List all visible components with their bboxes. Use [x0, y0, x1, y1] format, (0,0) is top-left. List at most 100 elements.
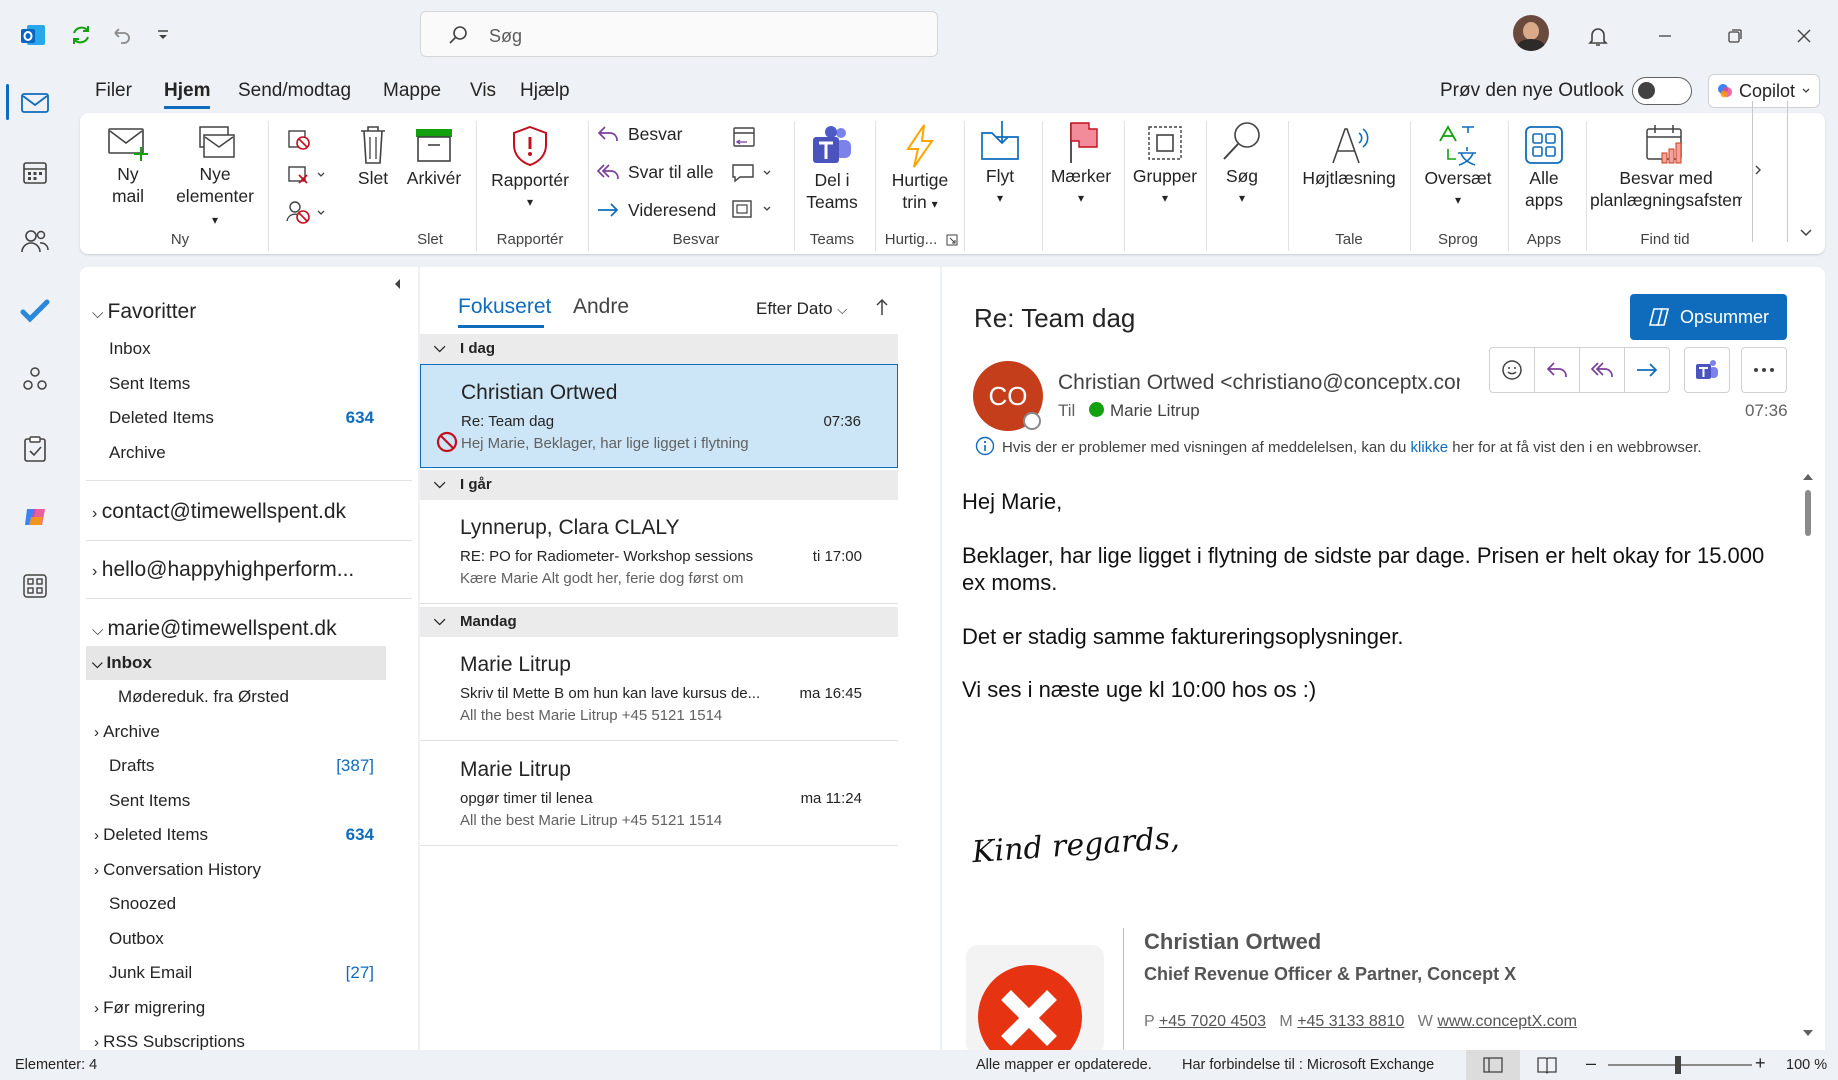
folder-snoozed[interactable]: Snoozed: [109, 894, 176, 914]
translate-button[interactable]: Oversæt ▾: [1416, 123, 1500, 211]
mail-icon[interactable]: [18, 86, 52, 120]
move-button[interactable]: Flyt ▾: [970, 119, 1030, 209]
message-from[interactable]: Christian Ortwed <christiano@conceptx.co…: [1058, 371, 1460, 395]
zoom-level[interactable]: 100 %: [1786, 1057, 1827, 1073]
summarize-button[interactable]: Opsummer: [1630, 294, 1787, 340]
fav-sent-items[interactable]: Sent Items: [109, 374, 190, 394]
sig-website-link[interactable]: www.conceptX.com: [1437, 1013, 1577, 1030]
ribbon-collapse-icon[interactable]: [1798, 227, 1814, 239]
more-respond-icon[interactable]: [730, 197, 774, 221]
info-link[interactable]: klikke: [1411, 439, 1449, 456]
fav-archive[interactable]: Archive: [109, 443, 166, 463]
restore-icon[interactable]: [1717, 18, 1753, 54]
normal-view-button[interactable]: [1466, 1050, 1520, 1080]
recipient-name[interactable]: Marie Litrup: [1110, 401, 1200, 421]
quick-steps-button[interactable]: Hurtige trin ▾: [880, 123, 960, 215]
archive-button[interactable]: Arkivér: [402, 123, 466, 189]
reply-action-button[interactable]: [1534, 347, 1580, 393]
folder-before-migration[interactable]: › Før migrering: [94, 998, 205, 1018]
close-icon[interactable]: [1786, 18, 1822, 54]
search-box[interactable]: Søg: [420, 11, 938, 57]
list-item[interactable]: Marie Litrup opgør timer til lenea All t…: [420, 742, 898, 846]
folder-junk[interactable]: Junk Email: [109, 963, 192, 983]
report-button[interactable]: Rapportér ▾: [482, 123, 578, 213]
block-sender-icon[interactable]: [285, 199, 329, 225]
group-header-yesterday[interactable]: ⌵ I går: [420, 470, 898, 500]
forward-action-button[interactable]: [1624, 347, 1670, 393]
more-actions-button[interactable]: [1741, 347, 1787, 393]
meeting-reply-icon[interactable]: [730, 125, 758, 149]
folder-rss[interactable]: › RSS Subscriptions: [94, 1032, 245, 1052]
reading-view-icon[interactable]: [1536, 1056, 1558, 1074]
folder-outbox[interactable]: Outbox: [109, 929, 164, 949]
account-hello[interactable]: › hello@happyhighperform...: [92, 558, 354, 582]
reply-button[interactable]: Besvar: [596, 123, 682, 145]
account-marie[interactable]: ⌵ marie@timewellspent.dk: [92, 617, 337, 641]
groups-icon[interactable]: [18, 362, 52, 396]
share-to-teams-button[interactable]: Del i Teams: [802, 123, 862, 213]
folder-drafts[interactable]: Drafts: [109, 756, 154, 776]
tags-button[interactable]: Mærker ▾: [1046, 119, 1116, 209]
folder-deleted-items[interactable]: › Deleted Items: [94, 825, 208, 845]
zoom-out-button[interactable]: –: [1586, 1053, 1596, 1074]
menu-home[interactable]: Hjem: [164, 80, 211, 109]
list-item[interactable]: Marie Litrup Skriv til Mette B om hun ka…: [420, 637, 898, 741]
favorites-header[interactable]: ⌵ Favoritter: [92, 300, 196, 324]
groups-button[interactable]: Grupper ▾: [1130, 119, 1200, 209]
menu-help[interactable]: Hjælp: [520, 80, 570, 102]
menu-view[interactable]: Vis: [470, 80, 496, 102]
fav-deleted-items[interactable]: Deleted Items: [109, 408, 214, 428]
ignore-icon[interactable]: [285, 127, 313, 151]
customize-quick-access-icon[interactable]: [148, 20, 178, 50]
im-reply-icon[interactable]: [730, 161, 774, 185]
tab-other[interactable]: Andre: [573, 295, 629, 319]
reply-all-button[interactable]: Svar til alle: [596, 161, 714, 183]
dialog-launcher-icon[interactable]: [946, 234, 958, 246]
all-apps-button[interactable]: Alle apps: [1514, 123, 1574, 211]
delete-button[interactable]: Slet: [348, 123, 398, 189]
list-item[interactable]: Lynnerup, Clara CLALY RE: PO for Radiome…: [420, 500, 898, 604]
reply-all-action-button[interactable]: [1579, 347, 1625, 393]
cleanup-icon[interactable]: [285, 163, 329, 187]
sync-icon[interactable]: [66, 20, 96, 50]
folder-inbox[interactable]: ⌵ Inbox: [92, 653, 152, 673]
folder-sent-items[interactable]: Sent Items: [109, 791, 190, 811]
reading-scrollbar[interactable]: [1800, 470, 1816, 1040]
react-button[interactable]: [1489, 347, 1535, 393]
sig-mobile-link[interactable]: +45 3133 8810: [1297, 1013, 1404, 1030]
group-header-today[interactable]: ⌵ I dag: [420, 334, 898, 364]
teams-action-button[interactable]: [1684, 347, 1730, 393]
sig-phone-link[interactable]: +45 7020 4503: [1159, 1013, 1266, 1030]
copilot-icon[interactable]: [18, 500, 52, 534]
list-item[interactable]: Christian Ortwed Re: Team dag Hej Marie,…: [420, 364, 898, 468]
search-placeholder[interactable]: Søg: [489, 26, 522, 47]
new-mail-button[interactable]: Ny mail: [98, 123, 158, 207]
people-icon[interactable]: [18, 224, 52, 258]
new-items-button[interactable]: Nye elementer ▾: [172, 123, 258, 231]
bell-icon[interactable]: [1580, 18, 1616, 54]
undo-icon[interactable]: [106, 20, 136, 50]
sort-direction-icon[interactable]: [874, 297, 890, 317]
calendar-icon[interactable]: [18, 156, 52, 190]
group-header-monday[interactable]: ⌵ Mandag: [420, 607, 898, 637]
read-aloud-button[interactable]: Højtlæsning: [1294, 123, 1404, 189]
apps-icon[interactable]: [18, 569, 52, 603]
reply-with-meeting-poll-button[interactable]: Besvar med planlægningsafstem: [1590, 123, 1742, 211]
menu-file[interactable]: Filer: [95, 80, 132, 102]
avatar[interactable]: [1513, 15, 1549, 51]
zoom-in-button[interactable]: +: [1755, 1053, 1766, 1074]
find-button[interactable]: Søg ▾: [1212, 119, 1272, 209]
folder-archive[interactable]: › Archive: [94, 722, 160, 742]
menu-send-receive[interactable]: Send/modtag: [238, 80, 351, 102]
minimize-icon[interactable]: [1647, 18, 1683, 54]
collapse-pane-icon[interactable]: [392, 277, 404, 291]
fav-inbox[interactable]: Inbox: [109, 339, 151, 359]
forward-button[interactable]: Videresend: [596, 199, 716, 221]
account-contact[interactable]: › contact@timewellspent.dk: [92, 500, 346, 524]
sort-dropdown[interactable]: Efter Dato ⌵: [756, 299, 847, 319]
zoom-slider-thumb[interactable]: [1675, 1056, 1681, 1074]
menu-folder[interactable]: Mappe: [383, 80, 441, 102]
folder-conversation-history[interactable]: › Conversation History: [94, 860, 261, 880]
new-outlook-toggle[interactable]: [1632, 77, 1692, 105]
folder-orsted[interactable]: Mødereduk. fra Ørsted: [118, 687, 289, 707]
